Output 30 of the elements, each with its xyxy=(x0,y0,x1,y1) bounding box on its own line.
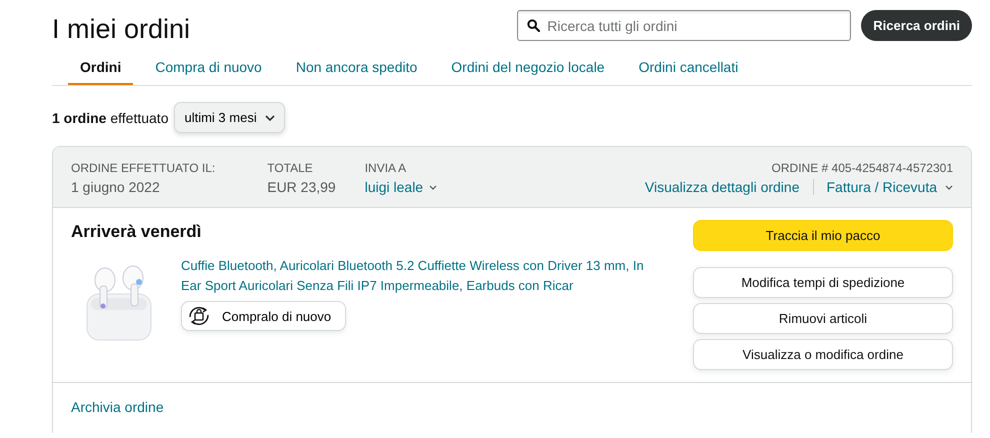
period-dropdown[interactable]: ultimi 3 mesi xyxy=(174,102,285,133)
product-title-link[interactable]: Cuffie Bluetooth, Auricolari Bluetooth 5.2 Cuffiette Wireless con Driver 13 mm, In Ear Sport Auricolari Senza Fili IP7 Impermeabile, Earbuds con Ricar xyxy=(181,256,661,296)
page-title: I miei ordini xyxy=(52,14,190,45)
header-label: INVIA A xyxy=(364,161,408,175)
header-value: 1 giugno 2022 xyxy=(71,179,161,195)
search-field[interactable]: Ricerca tutti gli ordini xyxy=(517,10,852,41)
tab[interactable]: Ordini cancellati xyxy=(626,59,750,85)
tab[interactable]: Non ancora spedito xyxy=(284,59,430,85)
tab[interactable]: Ordini del negozio locale xyxy=(439,59,617,85)
chevron-down-icon xyxy=(429,184,438,190)
tab[interactable]: Compra di nuovo xyxy=(143,59,274,85)
buy-again-button[interactable]: Compralo di nuovo xyxy=(181,301,346,331)
order-details-link[interactable]: Visualizza dettagli ordine xyxy=(644,179,800,195)
archive-order-link[interactable]: Archivia ordine xyxy=(71,399,164,415)
track-package-button[interactable]: Traccia il mio pacco xyxy=(693,220,953,251)
recipient-link[interactable]: luigi leale xyxy=(364,179,438,195)
tab[interactable]: Ordini xyxy=(68,59,134,85)
action-button[interactable]: Rimuovi articoli xyxy=(693,303,953,334)
action-button[interactable]: Modifica tempi di spedizione xyxy=(693,267,953,298)
action-button[interactable]: Visualizza o modifica ordine xyxy=(693,339,953,370)
chevron-down-icon xyxy=(945,184,953,190)
delivery-status: Arriverà venerdì xyxy=(71,222,202,242)
invoice-link[interactable]: Fattura / Ricevuta xyxy=(826,179,953,195)
search-orders-button[interactable]: Ricerca ordini xyxy=(861,10,972,41)
header-label: ORDINE EFFETTUATO IL: xyxy=(71,161,216,175)
chevron-down-icon xyxy=(264,114,275,120)
header-value: EUR 23,99 xyxy=(267,179,336,195)
header-label: TOTALE xyxy=(267,161,314,175)
order-number: ORDINE # 405-4254874-4572301 xyxy=(772,161,953,175)
order-count-text: 1 ordine effettuato xyxy=(52,110,168,126)
